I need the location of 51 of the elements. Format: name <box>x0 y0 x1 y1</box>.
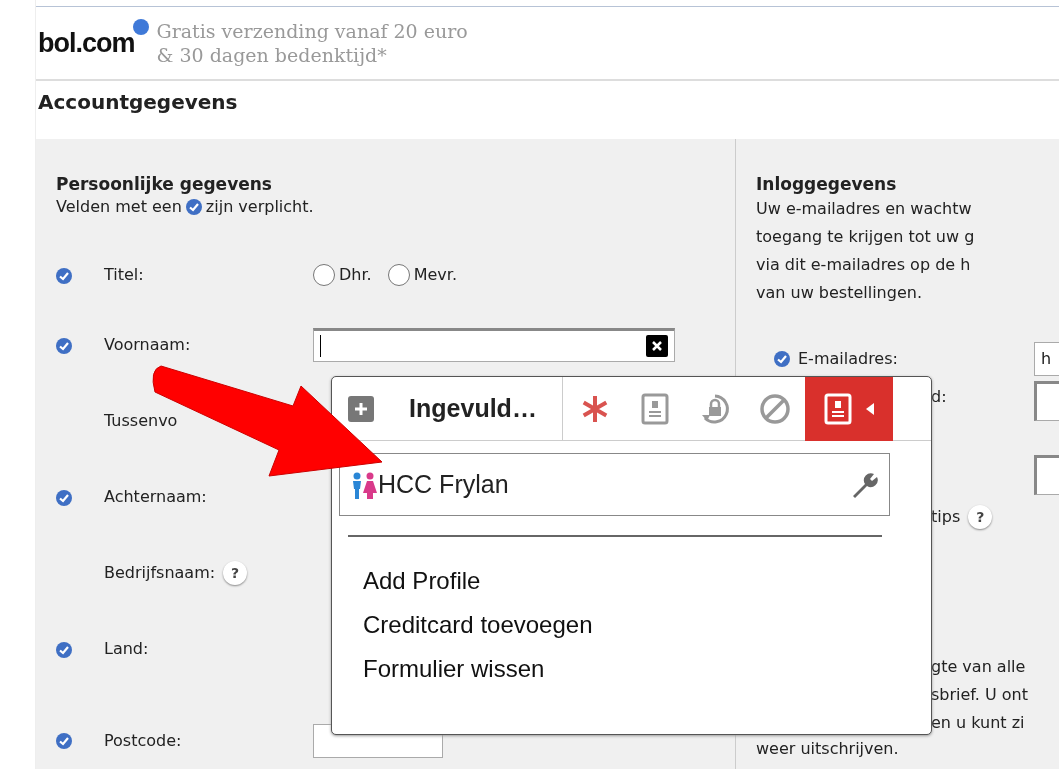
popup-title: Ingevuld… <box>408 392 538 424</box>
text-field[interactable] <box>313 328 675 362</box>
text-field[interactable] <box>1034 455 1059 495</box>
field-label: Postcode: <box>104 729 182 752</box>
text-field[interactable] <box>1034 381 1059 421</box>
asterisk-icon <box>580 393 610 424</box>
profile-item[interactable]: HCC Frylan <box>339 453 890 516</box>
radio-label: Dhr. <box>339 264 372 286</box>
page-title: Accountgegevens <box>37 89 239 116</box>
note-text: Velden met een <box>56 196 182 218</box>
field-label: Bedrijfsnaam: <box>104 562 216 584</box>
profile-name: HCC Frylan <box>378 468 509 500</box>
lock-cycle-icon <box>699 392 731 425</box>
field-label: Voornaam: <box>104 334 191 356</box>
clear-icon <box>646 335 668 357</box>
section-heading: Persoonlijke gegevens <box>56 173 273 195</box>
card-icon <box>641 392 669 425</box>
field-label: Land: <box>104 638 149 660</box>
menu-item[interactable]: Formulier wissen <box>332 647 545 691</box>
logo-dot-icon <box>132 18 149 35</box>
field-label: Tussenvo <box>104 410 178 432</box>
radio-button[interactable] <box>387 264 410 286</box>
menu-item[interactable]: Creditcard toevoegen <box>332 603 593 647</box>
radio-button[interactable] <box>313 264 335 286</box>
field-label: Titel: <box>104 264 144 286</box>
text-cursor-icon <box>320 335 321 357</box>
add-button[interactable] <box>348 395 374 422</box>
plus-icon <box>348 395 374 422</box>
section-heading: Inloggegevens <box>756 173 898 195</box>
text-field[interactable]: h <box>1034 342 1059 376</box>
caret-icon <box>866 402 874 415</box>
newsletter-text: gte van alle sbrief. U ont en u kunt zi <box>930 656 1029 734</box>
card-icon <box>824 392 852 425</box>
logo[interactable]: bol.com <box>38 22 149 64</box>
field-label: Achternaam: <box>104 486 207 508</box>
ban-icon <box>759 392 791 425</box>
tagline: Gratis verzending vanaf 20 euro & 30 dagen bedenktijd* <box>156 19 468 67</box>
field-value: h <box>1041 348 1052 370</box>
help-button[interactable]: ? <box>968 505 993 529</box>
intro-text: Uw e-mailadres en wachtw toegang te krijgen tot uw g via dit e-mailadres op de h van uw bestellingen. <box>756 198 976 304</box>
required-icon <box>185 199 202 215</box>
toolbar-button[interactable] <box>805 376 893 441</box>
help-button[interactable]: ? <box>223 561 248 585</box>
field-label: tips <box>931 506 961 528</box>
menu-item[interactable]: Add Profile <box>332 559 481 603</box>
note-text: zijn verplicht. <box>205 196 314 218</box>
field-label: E-mailadres: <box>798 348 898 370</box>
newsletter-text: weer uitschrijven. <box>756 738 900 760</box>
field-label: d: <box>931 386 947 408</box>
people-icon <box>350 470 378 499</box>
radio-label: Mevr. <box>413 264 457 286</box>
